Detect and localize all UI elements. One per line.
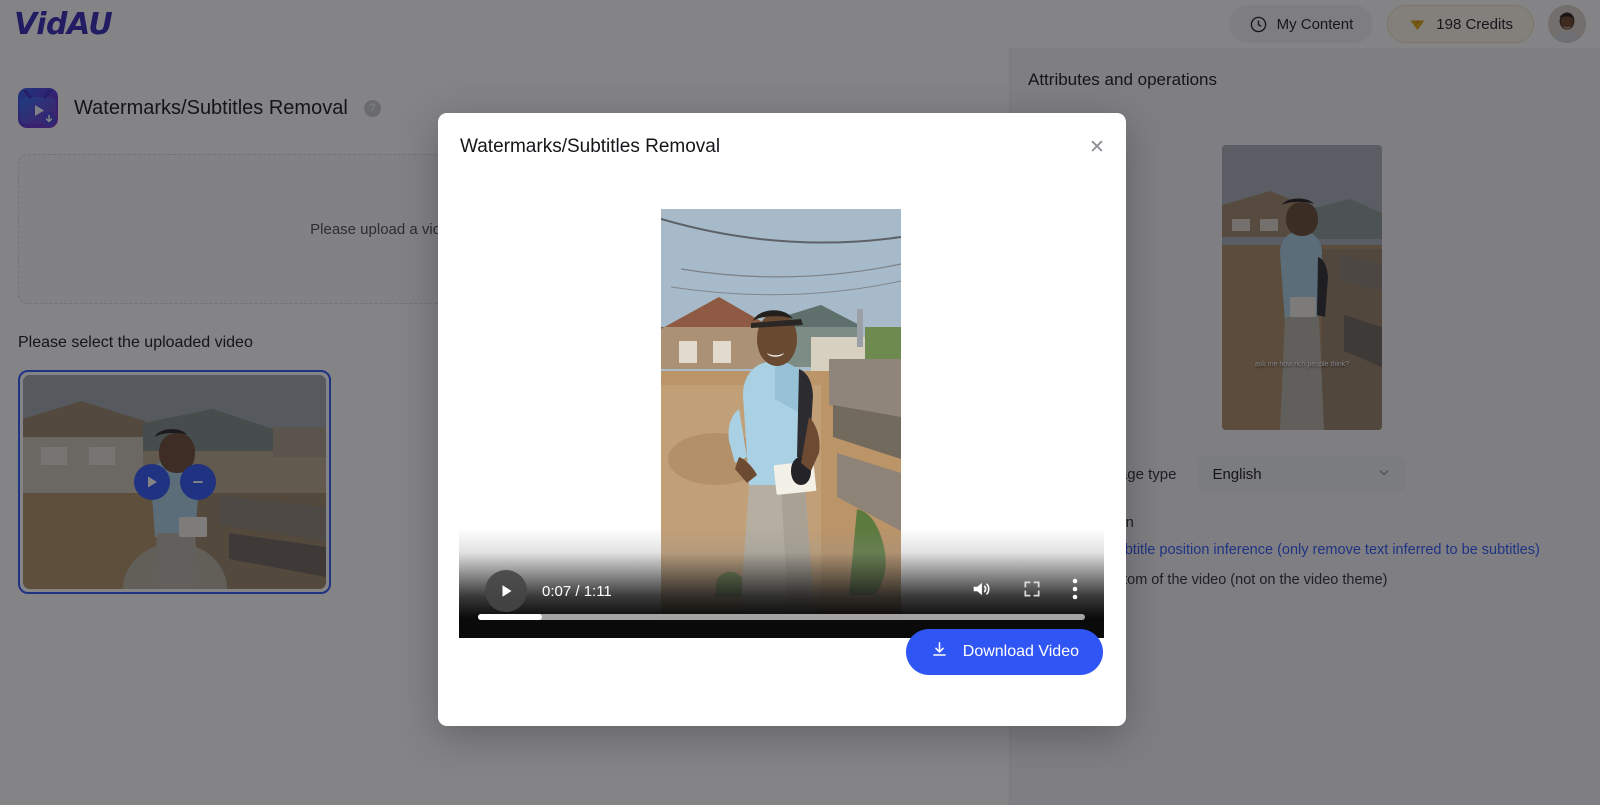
- close-icon[interactable]: ✕: [1087, 138, 1107, 158]
- download-video-button[interactable]: Download Video: [905, 629, 1103, 675]
- video-result-modal: Watermarks/Subtitles Removal ✕ 0:07 / 1:…: [438, 113, 1126, 726]
- download-video-label: Download Video: [962, 643, 1079, 660]
- volume-icon[interactable]: [970, 578, 992, 605]
- play-icon[interactable]: [485, 570, 527, 612]
- player-controls: 0:07 / 1:11: [459, 528, 1104, 638]
- more-vertical-icon[interactable]: [1072, 578, 1078, 605]
- download-icon: [930, 640, 949, 664]
- progress-fill: [478, 614, 542, 620]
- video-player[interactable]: 0:07 / 1:11: [459, 198, 1104, 638]
- modal-title: Watermarks/Subtitles Removal: [460, 136, 721, 157]
- fullscreen-icon[interactable]: [1022, 579, 1042, 604]
- player-right-controls: [970, 578, 1078, 605]
- time-display: 0:07 / 1:11: [542, 582, 612, 600]
- progress-scrubber[interactable]: [478, 614, 1085, 620]
- player-control-row: 0:07 / 1:11: [459, 570, 1104, 612]
